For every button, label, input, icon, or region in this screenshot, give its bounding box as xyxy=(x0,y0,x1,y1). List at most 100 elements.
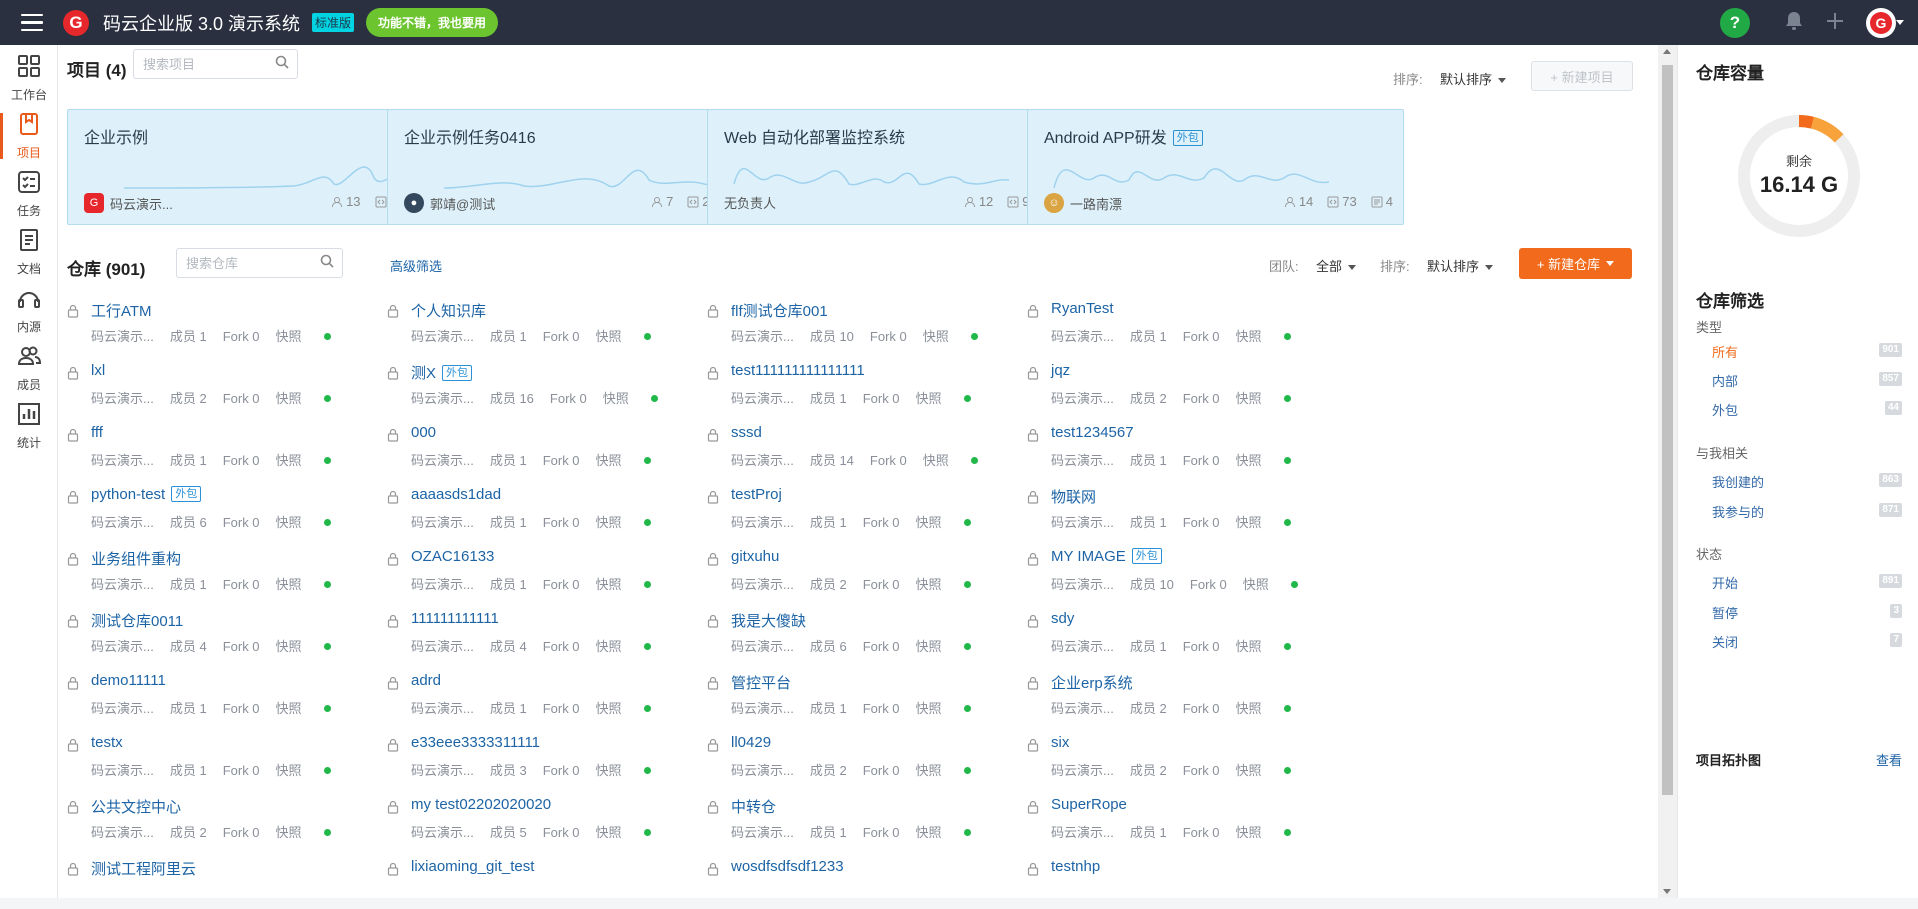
repo-name-link[interactable]: 测试仓库0011 xyxy=(91,610,183,631)
repo-name-link[interactable]: RyanTest xyxy=(1051,300,1114,317)
search-icon[interactable] xyxy=(275,55,289,72)
filter-item[interactable]: 外包 44 xyxy=(1712,400,1902,419)
repo-name-link[interactable]: flf测试仓库001 xyxy=(731,300,828,321)
repo-name-link[interactable]: my test02202020020 xyxy=(411,796,551,813)
repo-owner: 码云演示... xyxy=(1051,639,1114,654)
repo-name-link[interactable]: testx xyxy=(91,734,123,751)
status-dot-icon xyxy=(963,519,971,526)
filter-item[interactable]: 我参与的 871 xyxy=(1712,502,1902,521)
repo-name-link[interactable]: 公共文控中心 xyxy=(91,796,181,817)
repo-name-link[interactable]: testnhp xyxy=(1051,858,1100,875)
repo-snapshot: 快照 xyxy=(1243,577,1298,592)
search-icon[interactable] xyxy=(320,254,334,271)
repo-forks: Fork 0 xyxy=(1182,639,1220,654)
project-name[interactable]: 企业示例 xyxy=(84,124,148,148)
lock-icon xyxy=(387,304,399,321)
repo-name-link[interactable]: adrd xyxy=(411,672,441,689)
lock-icon xyxy=(1027,428,1039,445)
repo-name-link[interactable]: lxl xyxy=(91,362,105,379)
repo-name-link[interactable]: demo11111 xyxy=(91,672,166,689)
scrollbar-thumb[interactable] xyxy=(1662,65,1673,795)
repo-name-link[interactable]: MY IMAGE 外包 xyxy=(1051,548,1162,565)
scroll-up-icon[interactable] xyxy=(1663,49,1671,54)
repo-name-link[interactable]: 工行ATM xyxy=(91,300,152,321)
caret-down-icon[interactable] xyxy=(1896,20,1904,25)
repo-owner: 码云演示... xyxy=(411,515,474,530)
sidebar-item-members[interactable]: 成员 xyxy=(0,339,58,397)
project-sort-dropdown[interactable]: 默认排序 xyxy=(1440,69,1507,88)
repo-search-input[interactable] xyxy=(177,255,342,271)
status-dot-icon xyxy=(323,333,331,340)
menu-icon[interactable] xyxy=(21,13,43,32)
filter-item[interactable]: 内部 857 xyxy=(1712,371,1902,390)
project-name[interactable]: 企业示例任务0416 xyxy=(404,124,536,148)
project-name[interactable]: Web 自动化部署监控系统 xyxy=(724,124,905,148)
repo-name-link[interactable]: OZAC16133 xyxy=(411,548,494,565)
project-card[interactable]: Android APP研发 外包 ☺ 一路南漂 14 73 4 xyxy=(1027,109,1404,225)
sidebar-item-project[interactable]: 项目 xyxy=(0,107,58,165)
repo-name-link[interactable]: 管控平台 xyxy=(731,672,791,693)
project-name[interactable]: Android APP研发 外包 xyxy=(1044,124,1203,148)
advanced-filter-link[interactable]: 高级筛选 xyxy=(390,256,442,275)
new-project-button[interactable]: + 新建项目 xyxy=(1531,61,1633,91)
repo-name-link[interactable]: 个人知识库 xyxy=(411,300,486,321)
gitee-logo-icon[interactable]: G xyxy=(63,9,89,36)
sidebar-item-inner-source[interactable]: 内源 xyxy=(0,281,58,339)
filter-item[interactable]: 暂停 3 xyxy=(1712,603,1902,622)
sidebar-item-stats[interactable]: 统计 xyxy=(0,397,58,455)
topology-view-link[interactable]: 查看 xyxy=(1876,750,1902,769)
filter-item[interactable]: 关闭 7 xyxy=(1712,632,1902,651)
repo-name-link[interactable]: lixiaoming_git_test xyxy=(411,858,534,875)
sidebar-item-document[interactable]: 文档 xyxy=(0,223,58,281)
repo-name-link[interactable]: test111111111111111 xyxy=(731,362,865,379)
repo-name-link[interactable]: 业务组件重构 xyxy=(91,548,181,569)
repo-name-link[interactable]: sssd xyxy=(731,424,762,441)
user-avatar[interactable]: G xyxy=(1866,7,1896,38)
repo-owner: 码云演示... xyxy=(411,701,474,716)
count-badge: 863 xyxy=(1879,473,1902,487)
notification-bell-icon[interactable] xyxy=(1784,10,1804,36)
repo-members: 成员 1 xyxy=(809,701,847,716)
repo-name-link[interactable]: aaaasds1dad xyxy=(411,486,501,503)
repo-name-link[interactable]: fff xyxy=(91,424,103,441)
repo-name-link[interactable]: 000 xyxy=(411,424,436,441)
scroll-down-icon[interactable] xyxy=(1663,889,1671,894)
vertical-scrollbar[interactable] xyxy=(1658,45,1677,898)
repo-name-link[interactable]: gitxuhu xyxy=(731,548,779,565)
repo-search[interactable] xyxy=(176,248,343,278)
repo-name-link[interactable]: jqz xyxy=(1051,362,1070,379)
sidebar-item-dashboard[interactable]: 工作台 xyxy=(0,49,58,107)
repo-name-link[interactable]: 我是大傻缺 xyxy=(731,610,806,631)
repo-owner: 码云演示... xyxy=(1051,391,1114,406)
repo-name-link[interactable]: 测试工程阿里云 xyxy=(91,858,196,879)
repo-name-link[interactable]: 中转仓 xyxy=(731,796,776,817)
repo-name-link[interactable]: e33eee3333311111 xyxy=(411,734,540,751)
repo-snapshot: 快照 xyxy=(596,577,651,592)
repo-name-link[interactable]: python-test 外包 xyxy=(91,486,202,503)
project-search-input[interactable] xyxy=(134,56,297,72)
repo-name-link[interactable]: SuperRope xyxy=(1051,796,1127,813)
project-search[interactable] xyxy=(133,49,298,79)
repo-name-link[interactable]: wosdfsdfsdf1233 xyxy=(731,858,844,875)
new-repo-button[interactable]: + 新建仓库 xyxy=(1519,248,1632,279)
team-dropdown[interactable]: 全部 xyxy=(1316,256,1357,275)
help-icon[interactable]: ? xyxy=(1720,7,1750,38)
repo-name-link[interactable]: testProj xyxy=(731,486,782,503)
repo-name-link[interactable]: sdy xyxy=(1051,610,1074,627)
add-icon[interactable] xyxy=(1826,12,1844,34)
repo-sort-dropdown[interactable]: 默认排序 xyxy=(1427,256,1494,275)
repo-name-link[interactable]: 物联网 xyxy=(1051,486,1096,507)
repo-name-link[interactable]: 企业erp系统 xyxy=(1051,672,1133,693)
sidebar-item-task[interactable]: 任务 xyxy=(0,165,58,223)
repo-name-link[interactable]: six xyxy=(1051,734,1069,751)
repo-name-link[interactable]: 测X 外包 xyxy=(411,362,473,383)
repo-name-link[interactable]: ll0429 xyxy=(731,734,771,751)
filter-item[interactable]: 所有 901 xyxy=(1712,342,1902,361)
repo-name-link[interactable]: test1234567 xyxy=(1051,424,1134,441)
sidebar-item-label: 工作台 xyxy=(10,88,47,102)
repo-name-link[interactable]: 111111111111 xyxy=(411,610,499,627)
filter-item[interactable]: 开始 891 xyxy=(1712,573,1902,592)
promo-button[interactable]: 功能不错，我也要用 xyxy=(366,8,499,37)
repo-item: 物联网 码云演示... 成员 1 Fork 0 快照 xyxy=(1027,483,1407,537)
filter-item[interactable]: 我创建的 863 xyxy=(1712,472,1902,491)
